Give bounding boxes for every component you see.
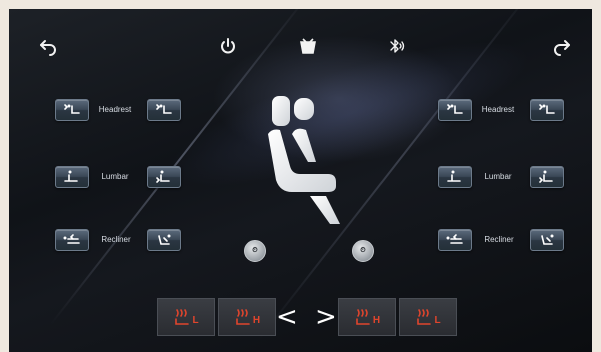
right-headrest-label: Headrest xyxy=(481,105,515,114)
right-lumbar-label: Lumbar xyxy=(484,172,512,181)
right-recliner-back-button[interactable] xyxy=(438,229,472,251)
right-seat-heat-low-button[interactable]: L xyxy=(399,298,457,336)
left-headrest-down-button[interactable] xyxy=(55,99,89,121)
left-seat-heat-low-button[interactable]: L xyxy=(157,298,215,336)
left-headrest-label: Headrest xyxy=(98,105,132,114)
right-seat-heat-high-button[interactable]: H xyxy=(338,298,396,336)
seat-heat-icon xyxy=(175,309,190,325)
forward-icon[interactable] xyxy=(552,36,572,56)
power-icon[interactable] xyxy=(218,36,238,56)
right-headrest-down-button[interactable] xyxy=(438,99,472,121)
right-headrest-up-button[interactable] xyxy=(530,99,564,121)
heat-level-label: H xyxy=(372,315,381,326)
prev-arrow-button[interactable]: < xyxy=(276,304,298,330)
left-seat-heat-high-button[interactable]: H xyxy=(218,298,276,336)
left-headrest-up-button[interactable] xyxy=(147,99,181,121)
heat-level-label: L xyxy=(434,315,441,326)
timer-icon: ⏲ xyxy=(360,247,366,254)
back-icon[interactable] xyxy=(38,36,58,56)
left-recliner-back-button[interactable] xyxy=(55,229,89,251)
massage-icon[interactable] xyxy=(298,36,318,56)
heat-level-label: L xyxy=(192,315,199,326)
timer-icon: ⏲ xyxy=(252,247,258,254)
right-recliner-label: Recliner xyxy=(484,235,514,244)
right-lumbar-out-button[interactable] xyxy=(530,166,564,188)
left-lumbar-in-button[interactable] xyxy=(55,166,89,188)
next-arrow-button[interactable]: > xyxy=(315,304,337,330)
seat-control-screen: Headrest Lumbar Recliner ⏲ ⏲ Headrest Lu… xyxy=(9,9,592,352)
seat-heat-icon xyxy=(356,309,370,325)
seat-heat-icon xyxy=(236,309,250,325)
left-timer-button[interactable]: ⏲ xyxy=(244,240,266,262)
left-lumbar-out-button[interactable] xyxy=(147,166,181,188)
right-recliner-forward-button[interactable] xyxy=(530,229,564,251)
left-recliner-label: Recliner xyxy=(101,235,131,244)
bluetooth-icon[interactable] xyxy=(386,36,406,56)
seat-icon xyxy=(268,96,340,224)
seat-heat-icon xyxy=(417,309,432,325)
left-recliner-forward-button[interactable] xyxy=(147,229,181,251)
heat-level-label: H xyxy=(252,315,261,326)
left-lumbar-label: Lumbar xyxy=(101,172,129,181)
right-lumbar-in-button[interactable] xyxy=(438,166,472,188)
right-timer-button[interactable]: ⏲ xyxy=(352,240,374,262)
